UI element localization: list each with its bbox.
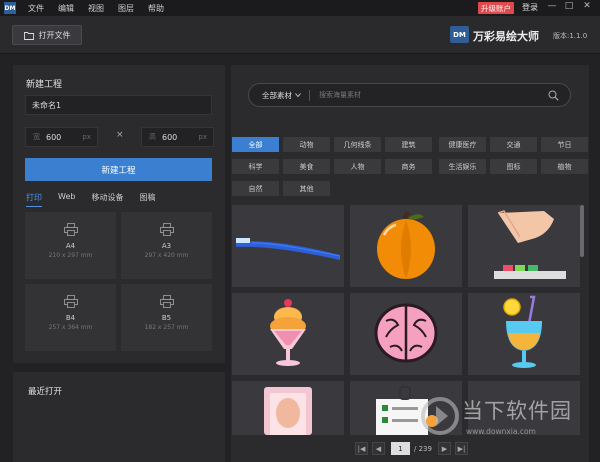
toolbar: 打开文件 DM 万彩易绘大师 版本:1.1.0 xyxy=(0,16,600,54)
recent-title: 最近打开 xyxy=(28,387,63,397)
asset-toothbrush[interactable] xyxy=(232,205,344,287)
filter-label: 全部素材 xyxy=(262,90,292,100)
pumpkin-icon xyxy=(377,211,435,279)
login-link[interactable]: 登录 xyxy=(522,2,538,13)
printer-icon xyxy=(159,295,174,308)
new-project-panel: 新建工程 未命名1 宽 600 px × 高 600 px 新建工程 打印 We… xyxy=(13,65,225,363)
preset-tabs: 打印 Web 移动设备 图稿 xyxy=(26,192,171,207)
create-project-button[interactable]: 新建工程 xyxy=(25,158,212,181)
new-project-title: 新建工程 xyxy=(26,80,63,90)
project-name-input[interactable]: 未命名1 xyxy=(25,95,212,115)
height-unit: px xyxy=(198,133,207,141)
face-mask-icon xyxy=(264,387,312,435)
asset-scrollbar[interactable] xyxy=(580,205,584,257)
menu-layer[interactable]: 图层 xyxy=(118,3,134,14)
cocktail-icon xyxy=(503,295,542,368)
preset-a3[interactable]: A3 297 x 420 mm xyxy=(121,212,212,279)
asset-ice-cream-sundae[interactable] xyxy=(232,293,344,375)
page-number-input[interactable]: 1 xyxy=(391,442,410,455)
folder-icon xyxy=(23,31,34,40)
preset-name: B4 xyxy=(65,314,76,322)
category-holiday[interactable]: 节日 xyxy=(541,137,588,152)
hand-pressing-icon xyxy=(494,210,566,279)
maximize-icon[interactable]: □ xyxy=(562,1,576,11)
version-label: 版本:1.1.0 xyxy=(553,32,588,40)
brand-name: 万彩易绘大师 xyxy=(473,30,539,43)
minimize-icon[interactable]: — xyxy=(545,1,559,11)
asset-hand-pressing-buttons[interactable] xyxy=(468,205,580,287)
height-input[interactable]: 高 600 px xyxy=(141,127,214,147)
menu-view[interactable]: 视图 xyxy=(88,3,104,14)
preset-size: 297 x 420 mm xyxy=(144,252,189,259)
printer-icon xyxy=(63,295,78,308)
tab-artwork[interactable]: 图稿 xyxy=(139,192,155,207)
printer-icon xyxy=(159,223,174,236)
first-page-icon[interactable]: |◀ xyxy=(355,442,368,455)
printer-icon xyxy=(63,223,78,236)
open-file-label: 打开文件 xyxy=(38,30,71,40)
category-nature[interactable]: 自然 xyxy=(232,181,279,196)
toothbrush-icon xyxy=(236,238,341,260)
category-all[interactable]: 全部 xyxy=(232,137,279,152)
chevron-down-icon xyxy=(295,93,301,97)
category-food[interactable]: 美食 xyxy=(283,159,330,174)
menu-file[interactable]: 文件 xyxy=(28,3,44,14)
asset-face-mask-pack[interactable] xyxy=(232,381,344,435)
category-life[interactable]: 生活娱乐 xyxy=(439,159,486,174)
preset-name: A4 xyxy=(65,242,76,250)
asset-filter-dropdown[interactable]: 全部素材 xyxy=(262,90,301,101)
app-logo-icon: DM xyxy=(4,2,16,14)
close-icon[interactable]: ✕ xyxy=(580,1,594,11)
preset-a4[interactable]: A4 210 x 297 mm xyxy=(25,212,116,279)
width-unit: px xyxy=(82,133,91,141)
width-value: 600 xyxy=(46,132,62,142)
category-health[interactable]: 健康医疗 xyxy=(439,137,486,152)
watermark-url: www.downxia.com xyxy=(466,427,536,436)
width-icon: 宽 xyxy=(33,133,40,141)
prev-page-icon[interactable]: ◀ xyxy=(372,442,385,455)
height-value: 600 xyxy=(162,132,178,142)
menu-edit[interactable]: 编辑 xyxy=(58,3,74,14)
recent-panel: 最近打开 xyxy=(13,372,225,462)
category-animal[interactable]: 动物 xyxy=(283,137,330,152)
search-divider xyxy=(309,89,310,101)
category-science[interactable]: 科学 xyxy=(232,159,279,174)
category-building[interactable]: 建筑 xyxy=(385,137,432,152)
category-other[interactable]: 其他 xyxy=(283,181,330,196)
brain-icon xyxy=(374,303,438,363)
category-business[interactable]: 商务 xyxy=(385,159,432,174)
asset-cocktail[interactable] xyxy=(468,293,580,375)
category-icons[interactable]: 图标 xyxy=(490,159,537,174)
preset-size: 257 x 364 mm xyxy=(48,324,93,331)
preset-size: 210 x 297 mm xyxy=(48,252,93,259)
brand-logo-icon: DM xyxy=(450,26,469,43)
preset-name: B5 xyxy=(161,314,172,322)
search-input[interactable]: 搜索海量素材 xyxy=(319,90,361,100)
tab-mobile[interactable]: 移动设备 xyxy=(91,192,123,207)
asset-pumpkin[interactable] xyxy=(350,205,462,287)
upgrade-account-button[interactable]: 升级账户 xyxy=(478,2,514,14)
category-transport[interactable]: 交通 xyxy=(490,137,537,152)
times-symbol: × xyxy=(116,130,124,140)
menu-help[interactable]: 帮助 xyxy=(148,3,164,14)
search-icon[interactable] xyxy=(548,90,559,101)
category-geometry[interactable]: 几何线条 xyxy=(334,137,381,152)
category-people[interactable]: 人物 xyxy=(334,159,381,174)
open-file-button[interactable]: 打开文件 xyxy=(12,25,82,45)
preset-name: A3 xyxy=(161,242,172,250)
category-plants[interactable]: 植物 xyxy=(541,159,588,174)
watermark-text: 当下软件园 xyxy=(462,399,572,423)
asset-brain[interactable] xyxy=(350,293,462,375)
preset-b4[interactable]: B4 257 x 364 mm xyxy=(25,284,116,351)
height-icon: 高 xyxy=(149,133,156,141)
width-input[interactable]: 宽 600 px xyxy=(25,127,98,147)
tab-web[interactable]: Web xyxy=(58,192,75,207)
preset-size: 182 x 257 mm xyxy=(144,324,189,331)
preset-b5[interactable]: B5 182 x 257 mm xyxy=(121,284,212,351)
tab-print[interactable]: 打印 xyxy=(26,192,42,207)
asset-search-bar: 全部素材 搜索海量素材 xyxy=(248,83,571,107)
ice-cream-icon xyxy=(270,299,306,366)
page-total: / 239 xyxy=(414,444,432,453)
